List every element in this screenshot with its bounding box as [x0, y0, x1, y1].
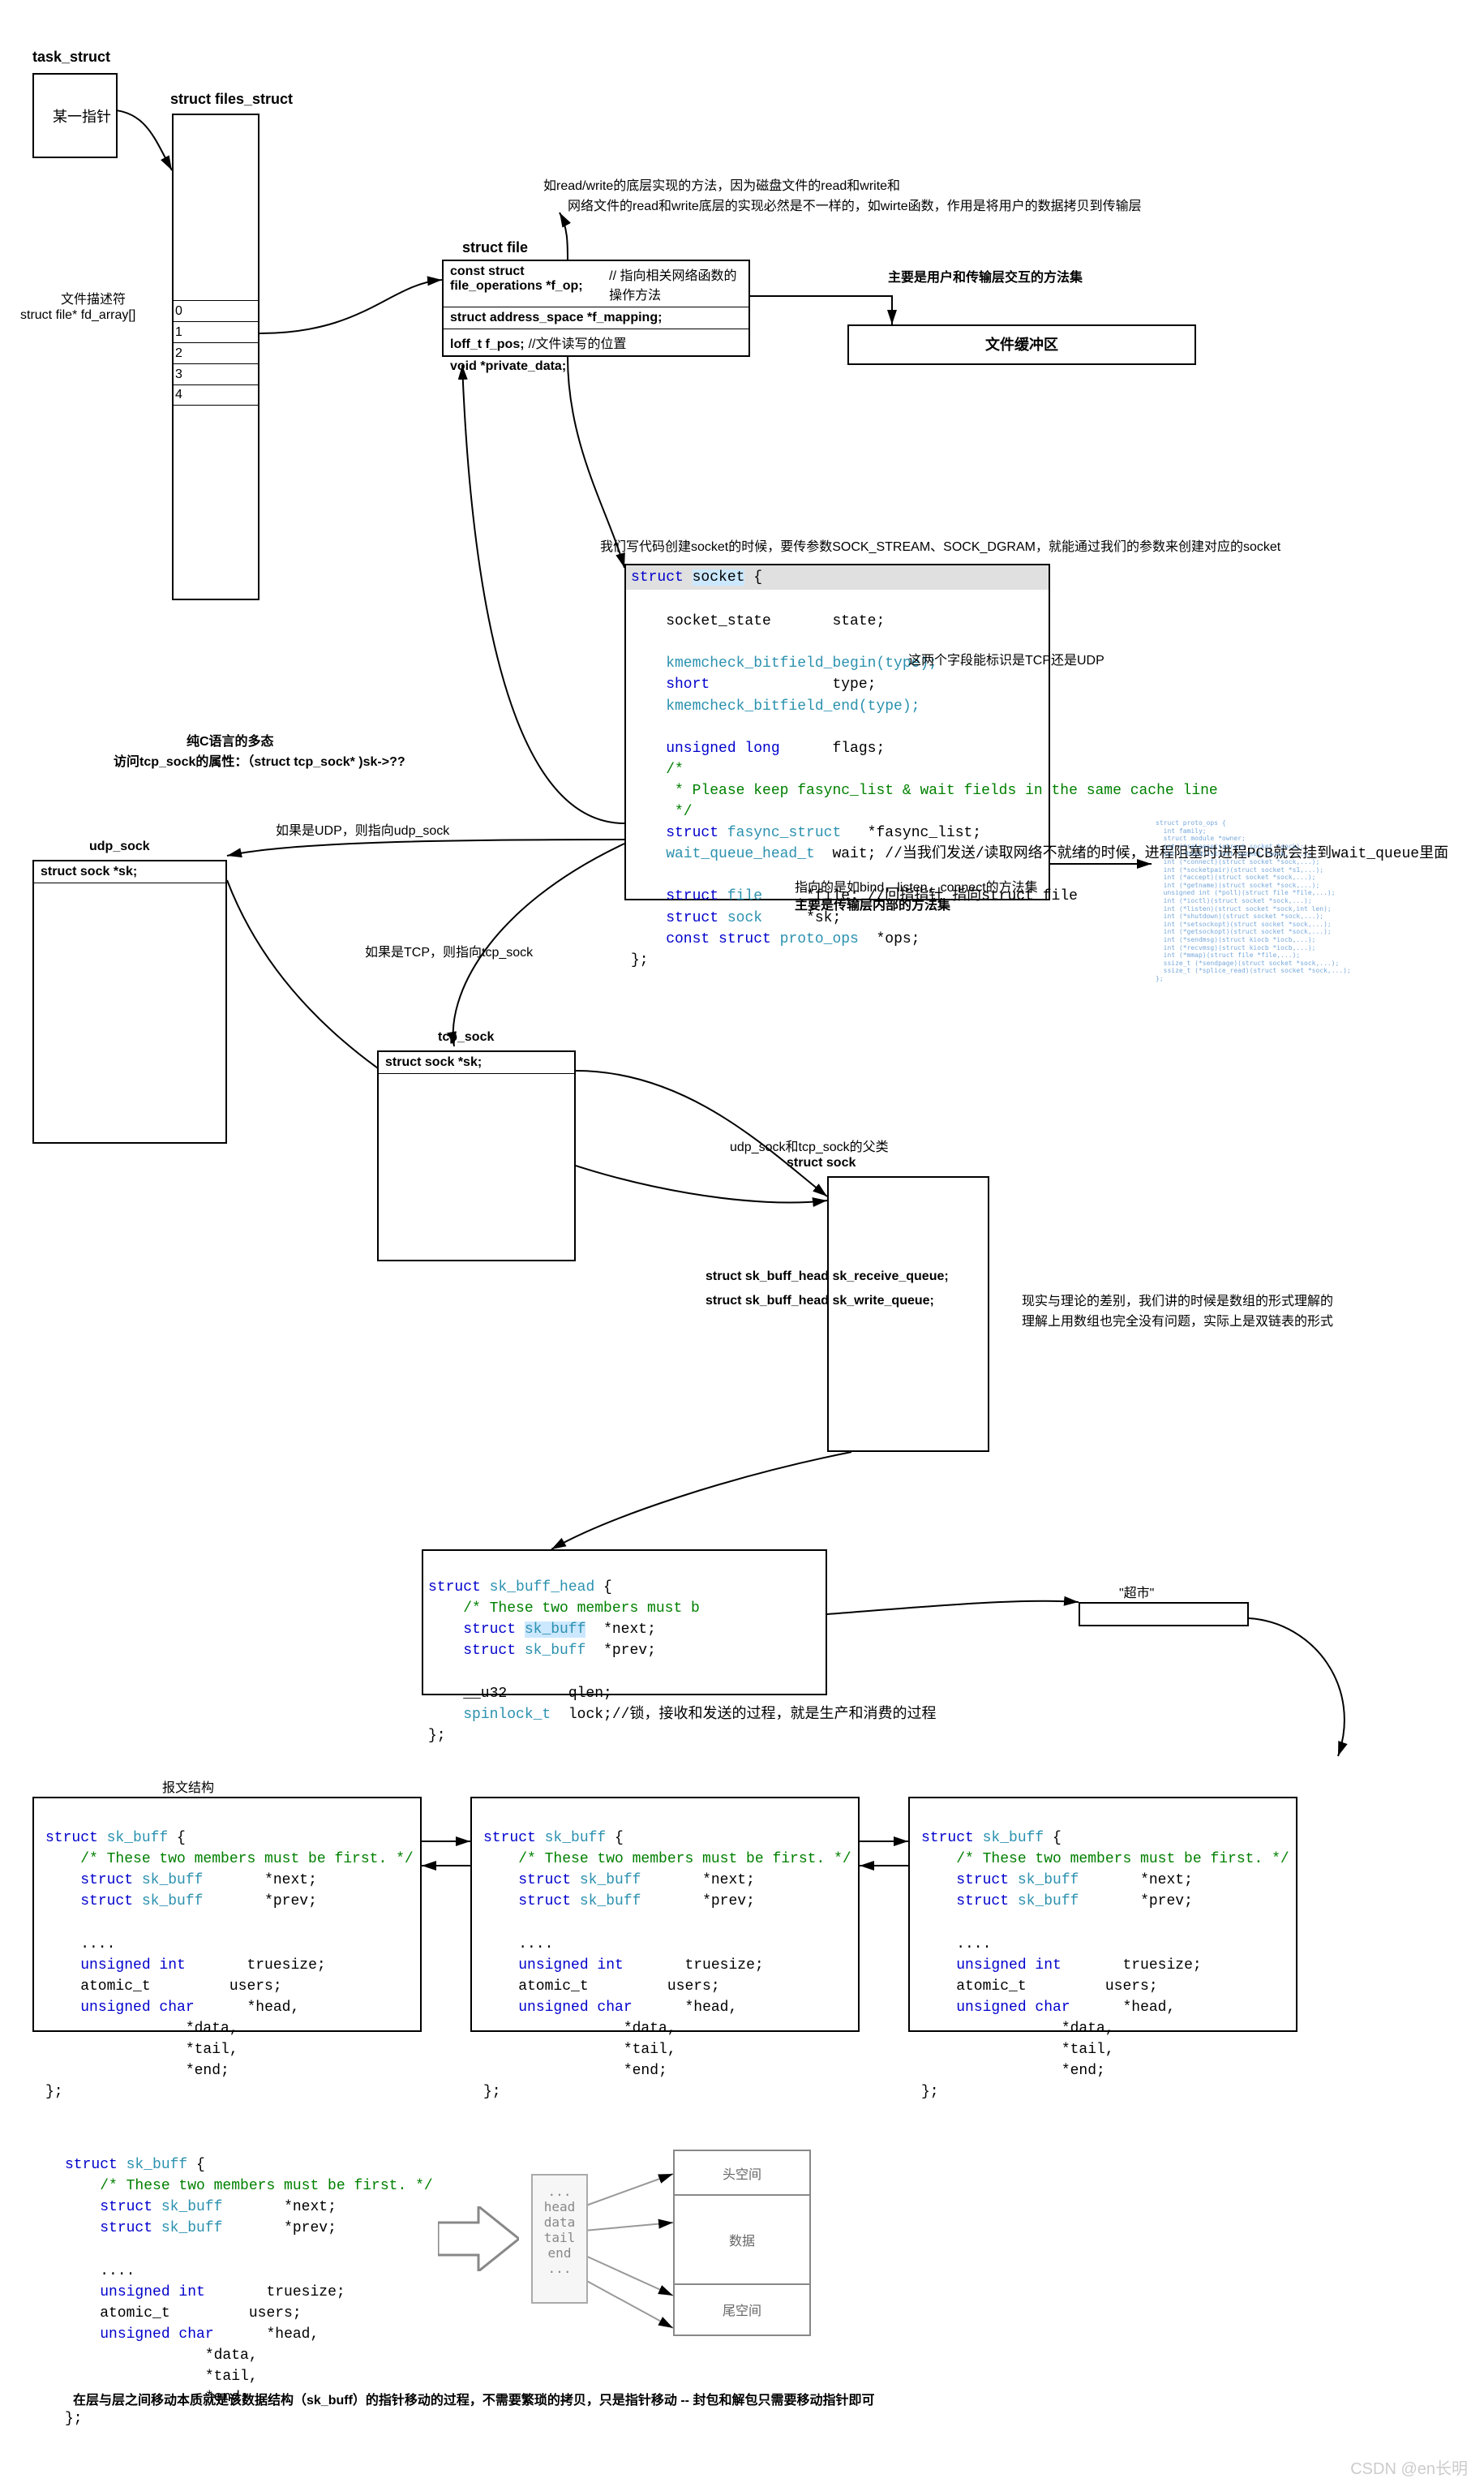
f-mapping: struct address_space *f_mapping;: [444, 307, 748, 329]
watermark: CSDN @en长明: [1350, 2455, 1468, 2479]
supermarket-box: [1079, 1602, 1249, 1626]
socket-state: socket_state state;: [631, 613, 885, 629]
bitfield-begin: kmemcheck_bitfield_begin(type);: [631, 655, 937, 672]
sb1-c: /* These two members must be first. */: [45, 1851, 414, 1867]
big-arrow-icon: [438, 2206, 519, 2271]
socket-c3: */: [631, 804, 693, 820]
sb3-c: /* These two members must be first. */: [921, 1851, 1289, 1867]
socket-close: };: [631, 952, 649, 969]
fd-row-1: 1: [172, 321, 259, 342]
ops-note1: 指向的是如bind，listen，connect的方法集: [795, 876, 1038, 896]
sock-right-2: 理解上用数组也完全没有问题，实际上是双链表的形式: [1022, 1310, 1333, 1329]
buffer-box: 文件缓冲区: [847, 324, 1196, 365]
tcp-sock-title: tcp_sock: [438, 1030, 494, 1045]
struct-sock-box: [827, 1176, 989, 1452]
fd-row-3: 3: [172, 363, 259, 384]
sock-title: struct sock: [787, 1156, 856, 1170]
sk-buff-head-box: struct sk_buff_head { /* These two membe…: [422, 1549, 827, 1695]
sk-buff-2: struct sk_buff { /* These two members mu…: [470, 1797, 860, 2032]
fd-desc: 文件描述符: [61, 288, 126, 307]
socket-create-note: 我们写代码创建socket的时候，要传参数SOCK_STREAM、SOCK_DG…: [600, 535, 1280, 555]
mem-region: 头空间 数据 尾空间: [673, 2150, 811, 2336]
udp-sock-title: udp_sock: [89, 840, 150, 854]
sb2-c: /* These two members must be first. */: [483, 1851, 851, 1867]
socket-c2: * Please keep fasync_list & wait fields …: [631, 783, 1218, 799]
poly-1: 纯C语言的多态: [187, 730, 274, 750]
task-struct-box: 某一指针: [32, 73, 118, 158]
mem-data: 数据: [675, 2196, 809, 2285]
files-struct-title: struct files_struct: [170, 91, 293, 108]
struct-file-box: const struct file_operations *f_op; // 指…: [442, 260, 750, 357]
rw-note-1: 如read/write的底层实现的方法，因为磁盘文件的read和write和: [543, 174, 900, 194]
udp-sock-box: struct sock *sk;: [32, 860, 227, 1144]
socket-c1: /*: [631, 762, 684, 778]
sock-right-1: 现实与理论的差别，我们讲的时候是数组的形式理解的: [1022, 1290, 1333, 1309]
struct-file-title: struct file: [462, 239, 528, 256]
sk-buff-bottom: struct sk_buff { /* These two members mu…: [65, 2133, 433, 2429]
fd-row-0: 0: [172, 300, 259, 321]
sb4-c: /* These two members must be first. */: [65, 2178, 433, 2194]
bottom-note: 在层与层之间移动本质就是该数据结构（sk_buff）的指针移动的过程，不需要繁琐…: [73, 2389, 1208, 2408]
sk-buff-1: struct sk_buff { /* These two members mu…: [32, 1797, 422, 2032]
tcp-sk: struct sock *sk;: [379, 1052, 574, 1074]
task-struct-title: task_struct: [32, 49, 110, 66]
mem-head: 头空间: [675, 2151, 809, 2196]
mem-ptrs: ... head data tail end ...: [531, 2174, 588, 2304]
f-op-side: 主要是用户和传输层交互的方法集: [888, 266, 1083, 286]
fd-row-4: 4: [172, 384, 259, 406]
sk-buff-3: struct sk_buff { /* These two members mu…: [908, 1797, 1297, 2032]
private-data: void *private_data;: [444, 356, 748, 377]
sock-parent: udp_sock和tcp_sock的父类: [730, 1136, 889, 1155]
fd-array: struct file* fd_array[]: [20, 308, 135, 323]
diagram-canvas: task_struct 某一指针 struct files_struct 文件描…: [0, 0, 1484, 2487]
bitfield-end: kmemcheck_bitfield_end(type);: [631, 698, 920, 715]
ops-note2: 主要是传输层内部的方法集: [795, 894, 950, 913]
f-op: const struct file_operations *f_op;: [450, 264, 606, 303]
struct-socket-box: struct socket { socket_state state; kmem…: [624, 564, 1050, 900]
fd-row-2: 2: [172, 342, 259, 363]
supermarket-label: "超市": [1119, 1582, 1154, 1601]
mem-tail: 尾空间: [675, 2285, 809, 2334]
type-note: 这两个字段能标识是TCP还是UDP: [908, 649, 1104, 668]
rw-note-2: 网络文件的read和write底层的实现必然是不一样的，如wirte函数，作用是…: [568, 195, 1142, 214]
proto-ops-blurry: struct proto_ops { int family; struct mo…: [1156, 819, 1351, 982]
poly-2: 访问tcp_sock的属性：（struct tcp_sock* )sk->??: [114, 750, 405, 770]
fd-rows: 0 1 2 3 4: [172, 300, 259, 406]
sk-receive: struct sk_buff_head sk_receive_queue;: [706, 1269, 949, 1284]
udp-note: 如果是UDP，则指向udp_sock: [276, 819, 449, 839]
task-struct-inner: 某一指针: [53, 105, 111, 127]
packet-struct-label: 报文结构: [162, 1776, 214, 1796]
sbh-lock-note: //锁，接收和发送的过程，就是生产和消费的过程: [612, 1707, 937, 1723]
f-op-note: // 指向相关网络函数的操作方法: [609, 264, 742, 303]
udp-sk: struct sock *sk;: [34, 861, 225, 883]
sk-write: struct sk_buff_head sk_write_queue;: [706, 1294, 934, 1308]
f-pos-note: //文件读写的位置: [529, 337, 627, 351]
tcp-sock-box: struct sock *sk;: [377, 1050, 576, 1261]
f-pos: loff_t f_pos;: [450, 337, 525, 351]
sbh-c: /* These two members must b: [428, 1600, 700, 1617]
tcp-note: 如果是TCP，则指向tcp_sock: [365, 941, 533, 960]
